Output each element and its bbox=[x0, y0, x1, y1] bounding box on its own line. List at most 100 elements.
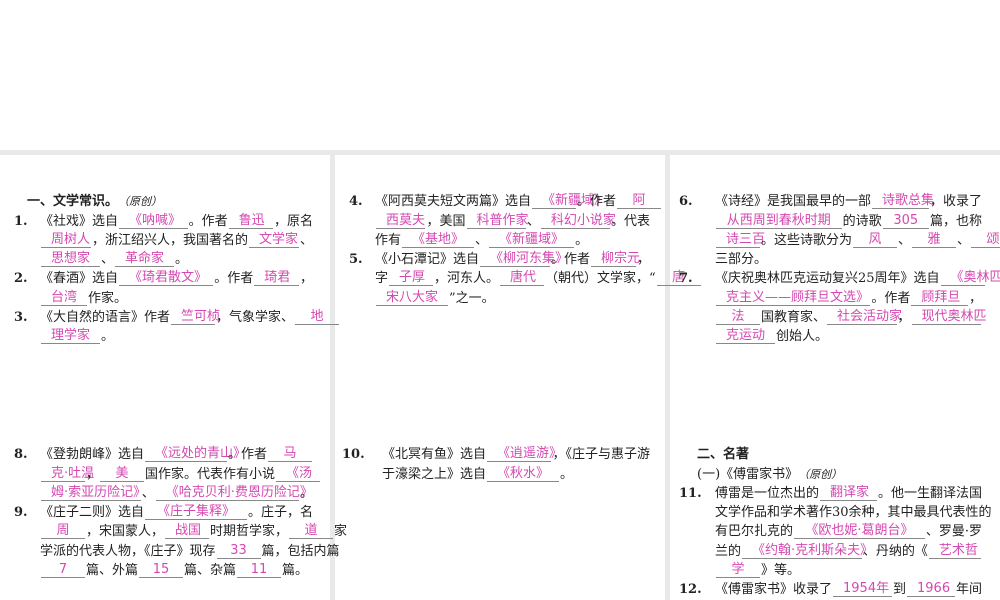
answer-blank[interactable]: 子厚 bbox=[389, 270, 434, 287]
section-heading: (一)《傅雷家书》 （原创） bbox=[697, 462, 982, 482]
answer-blank[interactable]: 理学家 bbox=[41, 328, 101, 345]
answer-blank[interactable]: 《呐喊》 bbox=[119, 213, 188, 229]
answer-blank[interactable]: 克·吐温 bbox=[41, 466, 94, 482]
original-tag: （原创） bbox=[798, 467, 843, 481]
answer-blank[interactable]: 地 bbox=[295, 309, 340, 326]
answer-blank[interactable]: 《哈克贝利·费恩历险记》 bbox=[155, 485, 313, 501]
question-text: 《阿西莫夫短文两篇》选自 bbox=[375, 194, 532, 210]
text-line: 有巴尔扎克的 《欧也妮·葛朗台》 、罗曼·罗 bbox=[697, 520, 982, 540]
question-text: ， bbox=[299, 271, 313, 287]
answer-blank[interactable]: 《远处的青山》 bbox=[145, 446, 246, 463]
text-line: 11. 傅雷是一位杰出的 翻译家 。他一生翻译法国 bbox=[679, 482, 982, 501]
answer-blank[interactable]: 颂 bbox=[971, 232, 1000, 248]
question-text: 、 bbox=[898, 232, 912, 248]
answer-blank[interactable]: 周树人 bbox=[41, 232, 91, 248]
question-text: 《傅雷家书》收录了 bbox=[715, 582, 833, 598]
question-text: 国作家。代表作有小说 bbox=[145, 466, 276, 482]
question-text: ，宋国蒙人， bbox=[86, 524, 165, 540]
answer-blank[interactable]: 唐代 bbox=[500, 270, 545, 287]
answer-blank[interactable]: 科幻小说家 bbox=[540, 213, 616, 229]
answer-blank[interactable]: 思想家 bbox=[41, 251, 101, 268]
answer-blank[interactable]: 革命家 bbox=[115, 251, 175, 268]
answer-blank[interactable]: 雅 bbox=[912, 232, 957, 248]
answer-blank[interactable]: 7 bbox=[41, 562, 85, 579]
answer-blank[interactable]: 艺术哲 bbox=[928, 543, 981, 559]
answer-blank[interactable]: 《庄子集释》 bbox=[145, 504, 247, 521]
answer-blank[interactable]: 《新疆域》 bbox=[489, 232, 575, 248]
text-line: 1. 《社戏》选自 《呐喊》 。作者 鲁迅 ，原名 bbox=[14, 209, 313, 229]
answer-blank[interactable]: 阿 bbox=[617, 193, 662, 210]
answer-blank[interactable]: 《新疆域》 bbox=[532, 193, 607, 210]
answer-blank[interactable]: 《秋水》 bbox=[487, 466, 560, 482]
question-number: 4. bbox=[349, 194, 363, 210]
answer-blank[interactable]: 顾拜旦 bbox=[911, 290, 968, 306]
answer-blank[interactable]: 文学家 bbox=[249, 232, 299, 248]
answer-blank[interactable]: 社会活动家 bbox=[827, 309, 902, 326]
answer-blank[interactable]: 现代奥林匹 bbox=[911, 309, 987, 326]
answer-blank[interactable]: 马 bbox=[268, 446, 312, 463]
answer-blank[interactable]: 翻译家 bbox=[820, 485, 877, 501]
panel-content: 6. 《诗经》是我国最早的一部 诗歌总集 ，收录了 从西周到春秋时期 的诗歌 305 篇，也称… bbox=[679, 190, 1000, 345]
answer-blank[interactable]: 《琦君散文》 bbox=[119, 270, 214, 287]
answer-blank[interactable]: 鲁迅 bbox=[228, 213, 273, 229]
question-text: ，美国 bbox=[426, 213, 466, 229]
answer-blank[interactable]: 《奥林匹 bbox=[940, 270, 1000, 287]
question-text: 。他一生翻译法国 bbox=[877, 485, 982, 501]
answer-blank[interactable]: 美 bbox=[100, 466, 145, 482]
question-panel-5 bbox=[335, 407, 665, 600]
question-text: 。庄子，名 bbox=[247, 505, 313, 521]
answer-blank[interactable]: 《逍遥游》 bbox=[487, 446, 562, 463]
text-line: 10. 《北冥有鱼》选自 《逍遥游》 ，《庄子与惠子游 bbox=[342, 443, 650, 463]
question-text: 《大自然的语言》作者 bbox=[40, 310, 171, 326]
answer-blank[interactable]: 琦君 bbox=[254, 270, 299, 287]
question-text: 家 bbox=[334, 524, 348, 540]
answer-blank[interactable]: 15 bbox=[139, 562, 184, 579]
answer-blank[interactable]: 1954年 bbox=[833, 581, 892, 598]
answer-blank[interactable]: 诗歌总集 bbox=[872, 193, 934, 210]
answer-blank[interactable]: 战国 bbox=[165, 523, 210, 540]
question-text: 。作者 bbox=[577, 194, 617, 210]
answer-blank[interactable]: 1966 bbox=[907, 581, 955, 598]
question-text: 到 bbox=[892, 582, 906, 598]
answer-blank[interactable]: 风 bbox=[853, 232, 898, 248]
answer-blank[interactable]: 33 bbox=[216, 543, 261, 559]
answer-blank[interactable]: 周 bbox=[41, 523, 85, 540]
text-line: 字子厚 ，河东人。 唐代 （朝代）文学家，“ 唐 bbox=[362, 267, 701, 287]
answer-blank[interactable]: 305 bbox=[882, 213, 929, 229]
question-text: 、罗曼·罗 bbox=[925, 524, 982, 540]
answer-blank[interactable]: 姆·索亚历险记》 bbox=[41, 485, 146, 501]
question-text: 篇、杂篇 bbox=[184, 563, 237, 579]
answer-blank[interactable]: 克运动 bbox=[716, 328, 776, 345]
question-text: 文学作品和学术著作30余种，其中最具代表性的 bbox=[715, 505, 992, 521]
answer-blank[interactable]: 《约翰·克利斯朵夫》 bbox=[742, 543, 873, 559]
question-text: 。 bbox=[560, 466, 574, 482]
answer-blank[interactable]: 《汤 bbox=[276, 466, 321, 482]
question-text: ， bbox=[968, 290, 982, 306]
answer-blank[interactable]: 克主义——顾拜旦文选》 bbox=[716, 290, 871, 306]
answer-blank[interactable]: 科普作家 bbox=[466, 213, 529, 229]
answer-blank[interactable]: 诗三百 bbox=[716, 232, 765, 248]
answer-blank[interactable]: 西莫夫 bbox=[376, 213, 426, 229]
text-line: 宋八大家 ”之一。 bbox=[362, 286, 650, 306]
answer-blank[interactable]: 竺可桢 bbox=[171, 309, 220, 326]
panel-content: 10. 《北冥有鱼》选自 《逍遥游》 ，《庄子与惠子游 于濠梁之上》选自 《秋水》。 bbox=[342, 443, 650, 482]
answer-blank[interactable]: 法 bbox=[716, 309, 760, 326]
answer-blank[interactable]: 学 bbox=[716, 562, 760, 579]
answer-blank[interactable]: 《欧也妮·葛朗台》 bbox=[794, 523, 925, 540]
answer-blank[interactable]: 从西周到春秋时期 bbox=[716, 213, 842, 229]
answer-blank[interactable]: 道 bbox=[289, 523, 334, 540]
question-text: 《小石潭记》选自 bbox=[375, 252, 480, 268]
question-text: 。作者 bbox=[550, 252, 590, 268]
question-text: ，浙江绍兴人，我国著名的 bbox=[91, 232, 248, 248]
text-line: 克主义——顾拜旦文选》 。作者 顾拜旦， bbox=[697, 286, 982, 306]
answer-blank[interactable]: 11 bbox=[237, 562, 282, 579]
answer-blank[interactable]: 《基地》 bbox=[402, 232, 475, 248]
answer-blank[interactable]: 台湾 bbox=[41, 290, 88, 306]
question-text: 傅雷是一位杰出的 bbox=[715, 485, 820, 501]
answer-blank[interactable]: 宋八大家 bbox=[376, 290, 449, 306]
question-number: 1. bbox=[14, 213, 28, 229]
question-number: 3. bbox=[14, 310, 28, 326]
answer-blank[interactable]: 《柳河东集》 bbox=[480, 251, 568, 268]
text-line: 7 篇、外篇 15 篇、杂篇 11 篇。 bbox=[27, 559, 313, 579]
answer-blank[interactable]: 柳宗元 bbox=[591, 251, 640, 268]
